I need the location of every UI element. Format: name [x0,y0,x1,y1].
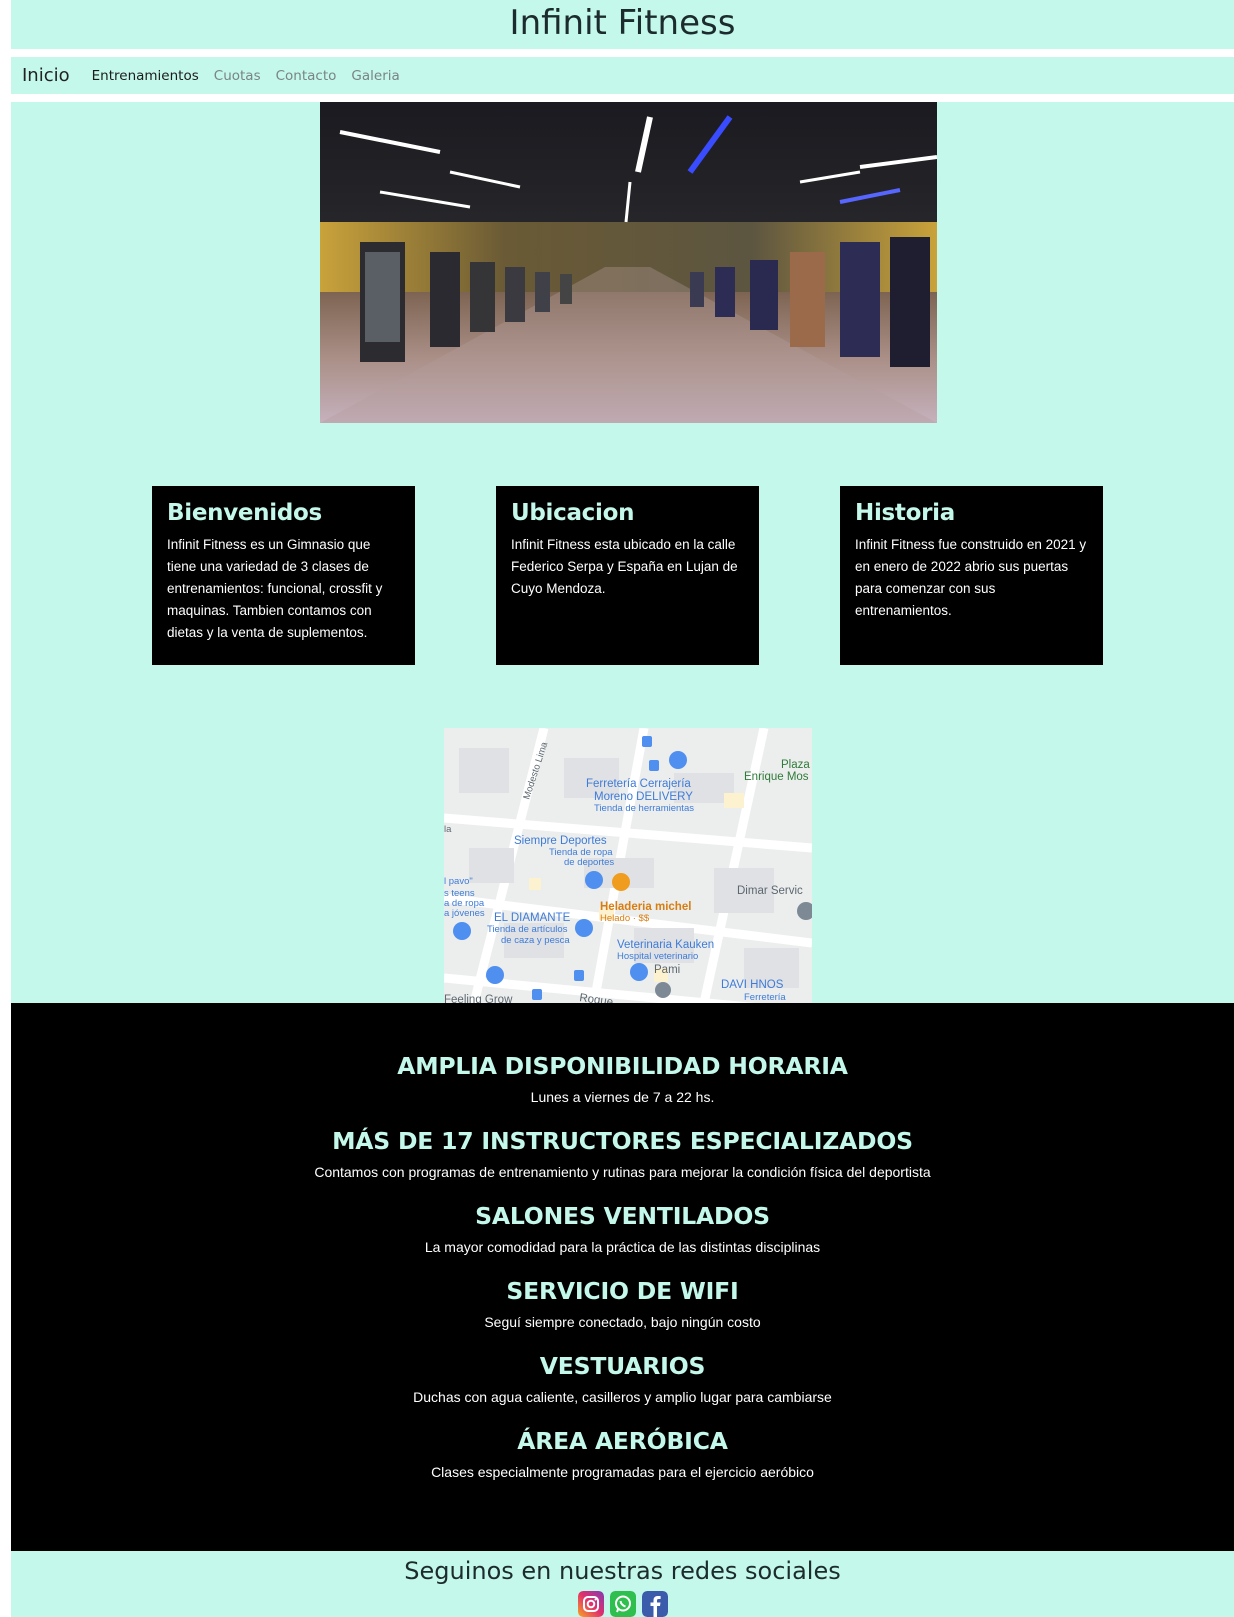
feature-text: Seguí siempre conectado, bajo ningún cos… [484,1314,761,1330]
feature-text: Contamos con programas de entrenamiento … [314,1164,931,1180]
map-label: de caza y pesca [501,935,570,946]
card-title: Historia [855,500,955,526]
whatsapp-icon[interactable] [609,1591,636,1617]
feature-title: SALONES VENTILADOS [475,1202,770,1230]
card-ubicacion: Ubicacion Infinit Fitness esta ubicado e… [496,486,759,665]
site-header: Infinit Fitness [11,0,1234,49]
feature-text: Lunes a viernes de 7 a 22 hs. [530,1089,715,1105]
map-label: la [444,824,452,835]
feature-title: AMPLIA DISPONIBILIDAD HORARIA [397,1052,848,1080]
map-label: Ferretería [744,992,786,1003]
social-footer: Seguinos en nuestras redes sociales [11,1551,1234,1617]
card-historia: Historia Infinit Fitness fue construido … [840,486,1103,665]
nav-brand-inicio[interactable]: Inicio [22,65,70,86]
site-title: Infinit Fitness [509,3,736,43]
feature-item: SALONES VENTILADOS La mayor comodidad pa… [11,1201,1234,1276]
divider [11,49,1234,57]
social-icons [11,1591,1234,1617]
instagram-icon[interactable] [577,1591,604,1617]
feature-title: VESTUARIOS [539,1352,706,1380]
page: Infinit Fitness Inicio Entrenamientos Cu… [11,0,1234,1617]
map-label: Veterinaria Kauken [617,939,714,951]
info-cards: Bienvenidos Infinit Fitness es un Gimnas… [11,486,1234,665]
map-label: Siempre Deportes [514,835,607,847]
map-label: de deportes [564,857,614,868]
feature-text: Clases especialmente programadas para el… [431,1464,814,1480]
divider [11,94,1234,102]
feature-text: Duchas con agua caliente, casilleros y a… [413,1389,832,1405]
map-label: Plaza [781,759,810,771]
map-label: l pavo" [444,876,473,887]
map-label: Feeling Grow [444,994,513,1003]
nav-link-galeria[interactable]: Galeria [351,68,399,84]
card-text: Infinit Fitness es un Gimnasio que tiene… [167,537,383,640]
map-label: Tienda de herramientas [594,803,694,814]
map-label: Moreno DELIVERY [594,791,693,803]
feature-item: MÁS DE 17 INSTRUCTORES ESPECIALIZADOS Co… [11,1126,1234,1201]
map-label: Pami [654,964,680,976]
feature-title: SERVICIO DE WIFI [506,1277,739,1305]
facebook-icon[interactable] [641,1591,668,1617]
social-title: Seguinos en nuestras redes sociales [404,1557,841,1585]
map-label: Enrique Mos [744,771,809,783]
features-section: AMPLIA DISPONIBILIDAD HORARIA Lunes a vi… [11,1003,1234,1551]
feature-title: MÁS DE 17 INSTRUCTORES ESPECIALIZADOS [332,1127,913,1155]
map-label: Tienda de artículos [487,924,568,935]
map-label: Helado · $$ [600,913,650,924]
feature-item: SERVICIO DE WIFI Seguí siempre conectado… [11,1276,1234,1351]
nav-link-entrenamientos[interactable]: Entrenamientos [92,68,199,84]
map-label: Heladeria michel [600,901,691,913]
card-title: Bienvenidos [167,500,322,526]
map-label: Dimar Servic [737,885,803,897]
map-label: Hospital veterinario [617,951,698,962]
map-label: DAVI HNOS [721,979,784,991]
nav-link-cuotas[interactable]: Cuotas [214,68,261,84]
map-label: Ferretería Cerrajería [586,778,691,790]
feature-item: AMPLIA DISPONIBILIDAD HORARIA Lunes a vi… [11,1051,1234,1126]
card-title: Ubicacion [511,500,635,526]
card-text: Infinit Fitness esta ubicado en la calle… [511,537,738,596]
card-text: Infinit Fitness fue construido en 2021 y… [855,537,1087,618]
card-bienvenidos: Bienvenidos Infinit Fitness es un Gimnas… [152,486,415,665]
feature-item: ÁREA AERÓBICA Clases especialmente progr… [11,1426,1234,1501]
navbar: Inicio Entrenamientos Cuotas Contacto Ga… [11,57,1234,94]
nav-link-contacto[interactable]: Contacto [276,68,337,84]
feature-text: La mayor comodidad para la práctica de l… [424,1239,821,1255]
map-label: EL DIAMANTE [494,912,571,924]
feature-title: ÁREA AERÓBICA [517,1427,728,1455]
feature-item: VESTUARIOS Duchas con agua caliente, cas… [11,1351,1234,1426]
location-map[interactable]: Ferretería Cerrajería Moreno DELIVERY Si… [444,728,812,1003]
map-label: a jóvenes [444,908,485,919]
gym-hero-image [320,102,937,423]
